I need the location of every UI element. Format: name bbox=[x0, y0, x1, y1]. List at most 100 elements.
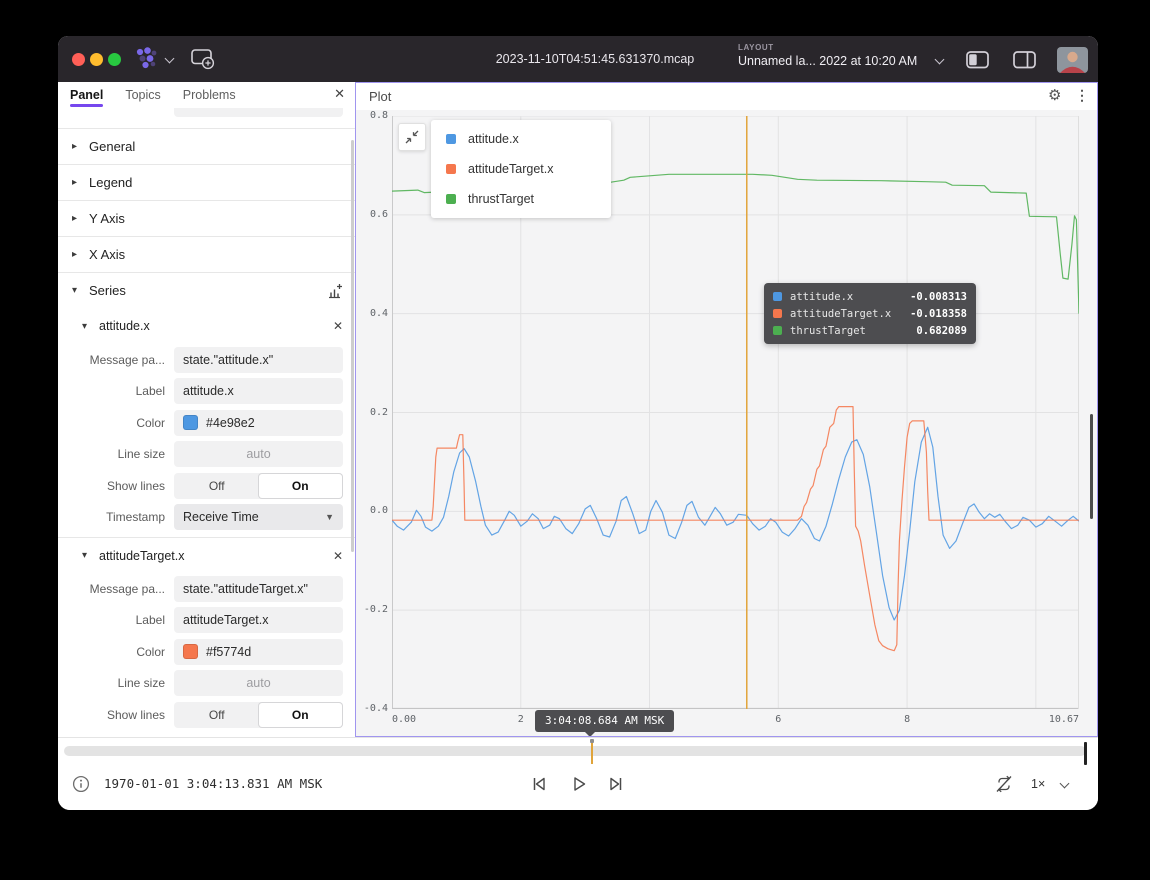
chart-hover-tooltip: attitude.x -0.008313 attitudeTarget.x -0… bbox=[764, 283, 976, 344]
left-sidebar-toggle-icon[interactable] bbox=[966, 51, 990, 69]
sidebar-scrollbar[interactable] bbox=[351, 140, 354, 552]
line-size-input[interactable]: auto bbox=[174, 441, 343, 467]
section-general[interactable]: ▸ General bbox=[58, 128, 355, 164]
color-input[interactable]: #f5774d bbox=[174, 639, 343, 665]
avatar[interactable] bbox=[1057, 47, 1088, 73]
loop-off-icon[interactable] bbox=[994, 774, 1014, 794]
legend-collapse-button[interactable] bbox=[398, 123, 426, 151]
color-swatch[interactable] bbox=[183, 415, 198, 430]
series-name: attitude.x bbox=[99, 319, 150, 333]
remove-series-icon[interactable]: ✕ bbox=[333, 549, 343, 563]
y-tick-label: -0.2 bbox=[356, 604, 388, 615]
tooltip-series-name: attitude.x bbox=[790, 291, 910, 303]
legend-label: thrustTarget bbox=[468, 192, 534, 206]
chevron-down-icon: ▾ bbox=[82, 321, 91, 332]
panel-title: Plot bbox=[369, 89, 391, 104]
chevron-right-icon: ▸ bbox=[72, 177, 81, 188]
label-input[interactable]: attitudeTarget.x bbox=[174, 607, 343, 633]
tooltip-value: 0.682089 bbox=[916, 325, 967, 337]
section-series[interactable]: ▾ Series bbox=[58, 272, 355, 308]
scrubber-time-tooltip: 3:04:08.684 AM MSK bbox=[535, 710, 674, 732]
playhead-handle[interactable] bbox=[591, 743, 594, 764]
label-input[interactable]: attitude.x bbox=[174, 378, 343, 404]
color-field-label: Color bbox=[58, 645, 174, 659]
collapse-arrows-icon bbox=[404, 129, 420, 145]
speed-chevron-down-icon[interactable] bbox=[1060, 779, 1070, 789]
info-icon[interactable] bbox=[72, 775, 90, 793]
plot-panel[interactable]: Plot ⚙ ⋮ attitude.x attitudeTarget.x bbox=[355, 82, 1098, 737]
message-path-input[interactable]: state."attitude.x" bbox=[174, 347, 343, 373]
color-hex: #4e98e2 bbox=[206, 416, 255, 430]
right-sidebar-toggle-icon[interactable] bbox=[1013, 51, 1037, 69]
remove-series-icon[interactable]: ✕ bbox=[333, 319, 343, 333]
series-card-attitude-target-x: Message pa... state."attitudeTarget.x" L… bbox=[58, 573, 355, 731]
color-field-label: Color bbox=[58, 416, 174, 430]
x-tick-label: 8 bbox=[904, 714, 910, 725]
y-tick-label: -0.4 bbox=[356, 703, 388, 714]
tooltip-series-name: attitudeTarget.x bbox=[790, 308, 910, 320]
tooltip-swatch bbox=[773, 326, 782, 335]
playback-speed[interactable]: 1× bbox=[1031, 777, 1045, 791]
play-button[interactable] bbox=[569, 774, 589, 794]
tooltip-value: -0.018358 bbox=[910, 308, 967, 320]
section-legend[interactable]: ▸ Legend bbox=[58, 164, 355, 200]
panel-title-input[interactable]: Plot bbox=[174, 108, 343, 117]
logo-chevron-down-icon[interactable] bbox=[165, 54, 175, 64]
show-lines-label: Show lines bbox=[58, 708, 174, 722]
color-swatch[interactable] bbox=[183, 644, 198, 659]
timestamp-select[interactable]: Receive Time ▼ bbox=[174, 504, 343, 530]
scrubber-end-marker bbox=[1084, 742, 1087, 765]
legend-item-attitude-target-x[interactable]: attitudeTarget.x bbox=[431, 154, 611, 184]
add-series-icon[interactable] bbox=[327, 283, 343, 299]
close-window-button[interactable] bbox=[72, 53, 85, 66]
show-lines-label: Show lines bbox=[58, 479, 174, 493]
message-path-input[interactable]: state."attitudeTarget.x" bbox=[174, 576, 343, 602]
legend-item-thrust-target[interactable]: thrustTarget bbox=[431, 184, 611, 214]
panel-settings-gear-icon[interactable]: ⚙ bbox=[1048, 86, 1061, 104]
section-y-axis[interactable]: ▸ Y Axis bbox=[58, 200, 355, 236]
line-size-input[interactable]: auto bbox=[174, 670, 343, 696]
line-size-label: Line size bbox=[58, 676, 174, 690]
panel-menu-dots-icon[interactable]: ⋮ bbox=[1075, 87, 1089, 104]
tooltip-row: attitude.x -0.008313 bbox=[773, 288, 967, 305]
playback-position-marker[interactable] bbox=[590, 739, 596, 765]
tooltip-row: attitudeTarget.x -0.018358 bbox=[773, 305, 967, 322]
add-panel-icon[interactable] bbox=[190, 48, 215, 70]
tooltip-swatch bbox=[773, 292, 782, 301]
section-label: General bbox=[89, 139, 135, 154]
timestamp-value: Receive Time bbox=[183, 510, 259, 524]
titlebar: 2023-11-10T04:51:45.631370.mcap LAYOUT U… bbox=[58, 36, 1098, 82]
legend-label: attitude.x bbox=[468, 132, 519, 146]
legend-item-attitude-x[interactable]: attitude.x bbox=[431, 124, 611, 154]
seek-backward-button[interactable] bbox=[529, 774, 549, 794]
active-tab-underline bbox=[70, 104, 103, 107]
show-lines-off-button[interactable]: Off bbox=[175, 703, 259, 727]
tab-panel[interactable]: Panel bbox=[70, 88, 103, 102]
color-input[interactable]: #4e98e2 bbox=[174, 410, 343, 436]
show-lines-off-button[interactable]: Off bbox=[175, 474, 259, 498]
seek-forward-button[interactable] bbox=[606, 774, 626, 794]
app-logo-icon[interactable] bbox=[134, 46, 158, 71]
zoom-window-button[interactable] bbox=[108, 53, 121, 66]
series-card-header-attitude-target-x[interactable]: ▾ attitudeTarget.x ✕ bbox=[58, 537, 355, 573]
show-lines-on-button[interactable]: On bbox=[259, 703, 343, 727]
playback-bar: 1970-01-01 3:04:13.831 AM MSK 1× bbox=[58, 737, 1098, 810]
layout-selector[interactable]: LAYOUT Unnamed la... 2022 at 10:20 AM bbox=[738, 43, 948, 68]
tab-topics[interactable]: Topics bbox=[125, 88, 160, 102]
playback-scrubber-track[interactable] bbox=[64, 746, 1086, 756]
minimize-window-button[interactable] bbox=[90, 53, 103, 66]
plot-scrollbar[interactable] bbox=[1090, 414, 1093, 519]
show-lines-on-button[interactable]: On bbox=[259, 474, 343, 498]
layout-name: Unnamed la... 2022 at 10:20 AM bbox=[738, 54, 948, 68]
series-card-header-attitude-x[interactable]: ▾ attitude.x ✕ bbox=[58, 308, 355, 344]
data-source-title[interactable]: 2023-11-10T04:51:45.631370.mcap bbox=[496, 52, 695, 66]
tab-problems[interactable]: Problems bbox=[183, 88, 236, 102]
message-path-label: Message pa... bbox=[58, 582, 174, 596]
close-sidebar-icon[interactable]: ✕ bbox=[334, 86, 345, 102]
playback-timestamp[interactable]: 1970-01-01 3:04:13.831 AM MSK bbox=[104, 776, 322, 791]
x-tick-label: 6 bbox=[775, 714, 781, 725]
section-label: Series bbox=[89, 283, 126, 298]
y-tick-label: 0.8 bbox=[356, 110, 388, 121]
tooltip-row: thrustTarget 0.682089 bbox=[773, 322, 967, 339]
section-x-axis[interactable]: ▸ X Axis bbox=[58, 236, 355, 272]
